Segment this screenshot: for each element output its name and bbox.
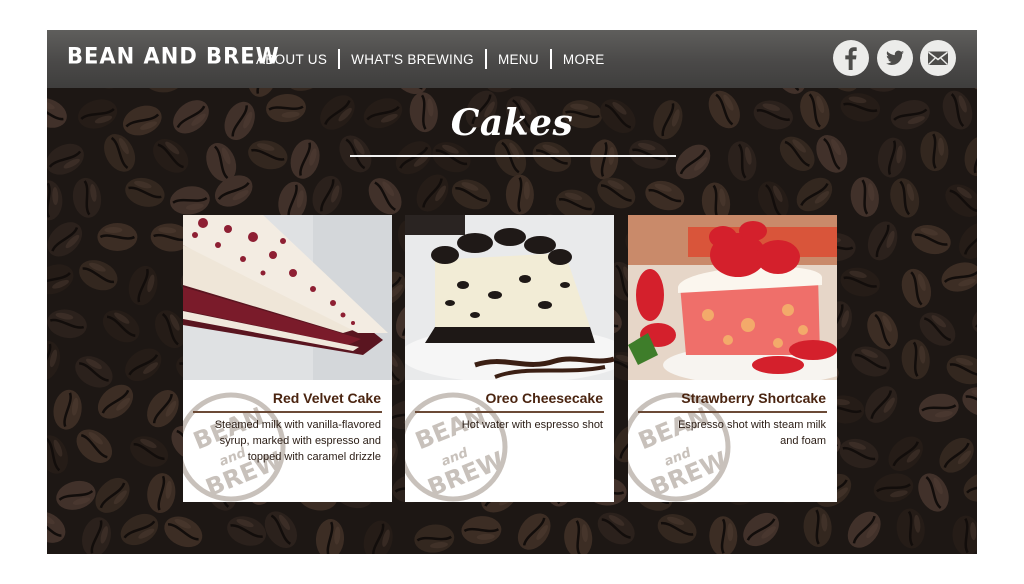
product-card-strawberry-shortcake[interactable]: BEAN and BREW Strawberry Shortcake Espre… — [628, 215, 837, 502]
top-navbar: BEAN AND BREW ABOUT US WHAT'S BREWING ME… — [47, 30, 977, 88]
site-frame: BEAN AND BREW ABOUT US WHAT'S BREWING ME… — [47, 30, 977, 554]
product-card-oreo-cheesecake[interactable]: BEAN and BREW Oreo Cheesecake Hot water … — [405, 215, 614, 502]
card-description: Hot water with espresso shot — [461, 419, 603, 431]
strawberry-shortcake-photo — [628, 215, 837, 380]
card-divider — [638, 411, 827, 413]
brand-logo[interactable]: BEAN AND BREW — [67, 43, 280, 68]
email-button[interactable] — [920, 40, 956, 76]
card-title: Strawberry Shortcake — [681, 390, 826, 406]
card-divider — [193, 411, 382, 413]
email-icon — [928, 51, 948, 66]
product-card-red-velvet[interactable]: BEAN and BREW Red Velvet Cake Steamed mi… — [183, 215, 392, 502]
card-divider — [415, 411, 604, 413]
nav-separator — [549, 49, 552, 69]
oreo-cheesecake-photo — [405, 215, 614, 380]
bean-and-brew-watermark: BEAN and BREW — [405, 392, 508, 502]
card-description: Espresso shot with steam milk and foam — [678, 419, 826, 447]
card-title: Oreo Cheesecake — [485, 390, 603, 406]
twitter-button[interactable] — [877, 40, 913, 76]
facebook-icon — [845, 47, 857, 70]
red-velvet-cake-photo — [183, 215, 392, 380]
card-title: Red Velvet Cake — [272, 390, 381, 406]
card-description: Steamed milk with vanilla-flavored syrup… — [214, 419, 381, 463]
twitter-icon — [886, 50, 904, 65]
nav-menu[interactable]: MENU — [498, 52, 539, 67]
nav-separator — [484, 49, 487, 69]
nav-whats-brewing[interactable]: WHAT'S BREWING — [351, 52, 474, 67]
nav-about-us[interactable]: ABOUT US — [256, 52, 327, 67]
nav-separator — [338, 49, 341, 69]
main-nav: ABOUT US WHAT'S BREWING MENU MORE — [256, 30, 605, 88]
page-title: Cakes — [450, 102, 574, 144]
nav-more[interactable]: MORE — [563, 52, 605, 67]
facebook-button[interactable] — [833, 40, 869, 76]
title-underline — [350, 155, 676, 157]
